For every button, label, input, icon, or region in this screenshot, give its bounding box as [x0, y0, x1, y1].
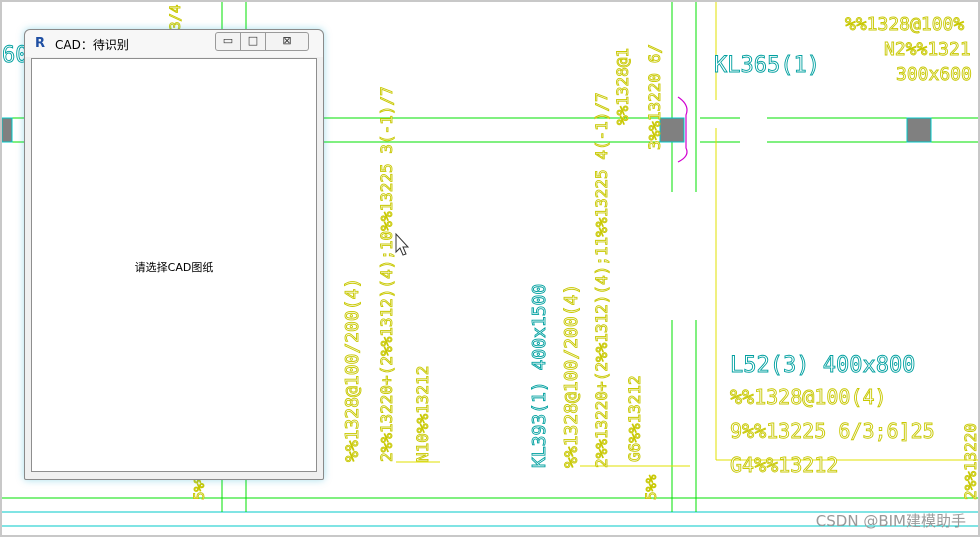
- cad-annotation-v-right-edge: 2%%13220: [961, 423, 980, 500]
- minimize-button[interactable]: ▭: [215, 32, 241, 51]
- cad-annotation-l52-stirrup: %%1328@100(4): [730, 385, 887, 409]
- cad-annotation-v-left-stirrup: %%1328@100/200(4): [342, 278, 363, 462]
- cad-annotation-v-kl393-stirrup: %%1328@100/200(4): [561, 284, 582, 468]
- cad-annotation-v-kl393: KL393(1) 400x1500: [529, 284, 550, 468]
- mouse-cursor-icon: [395, 232, 410, 256]
- cad-annotation-l52-bottom: 9%%13225 6/3;6]25: [730, 419, 935, 443]
- dialog-content-area: 请选择CAD图纸: [31, 58, 317, 472]
- revit-app-icon: R: [34, 36, 45, 51]
- column: [906, 117, 932, 143]
- cad-annotation-top-right-2: N2%%1321: [884, 39, 971, 60]
- cad-recognition-dialog: R CAD：待识别 ▭ □ ⊠ 请选择CAD图纸: [24, 29, 324, 480]
- cad-annotation-v-left-side: N10%%13212: [413, 366, 432, 462]
- cad-annotation-kl365-label: KL365(1): [714, 53, 820, 78]
- cad-annotation-top-right-1: %%1328@100%: [845, 14, 964, 35]
- cad-annotation-top-right-3: 300x600: [896, 64, 972, 85]
- cad-annotation-v-kl393-top: 2%%13220+(2%%1312)(4);11%%13225 4(-1)/7: [592, 92, 611, 468]
- cad-annotation-l52-side: G4%%13212: [730, 453, 838, 477]
- maximize-button[interactable]: □: [240, 32, 266, 51]
- cad-annotation-v-top-frag: %%1328@1: [613, 48, 632, 125]
- close-button[interactable]: ⊠: [265, 32, 309, 51]
- column: [1, 117, 13, 143]
- cad-annotation-v-kl393-side: G6%%13212: [625, 375, 644, 462]
- cad-annotation-v-left-top: 2%%13220+(2%%1312)(4);10%%13225 3(-1)/7: [377, 86, 396, 462]
- cad-annotation-v-top-left-frag: 3/4: [168, 5, 184, 30]
- dialog-title: CAD：待识别: [55, 38, 129, 52]
- csdn-watermark: CSDN @BIM建模助手: [815, 512, 966, 530]
- cad-annotation-l52-label: L52(3) 400x800: [730, 353, 915, 378]
- cad-annotation-v-bottom-frag-2: 5%%: [644, 474, 660, 500]
- cad-annotation-v-mid-top: 3%%13220 6/: [645, 44, 664, 150]
- dialog-titlebar[interactable]: R CAD：待识别 ▭ □ ⊠: [25, 30, 323, 57]
- select-cad-prompt: 请选择CAD图纸: [134, 261, 214, 274]
